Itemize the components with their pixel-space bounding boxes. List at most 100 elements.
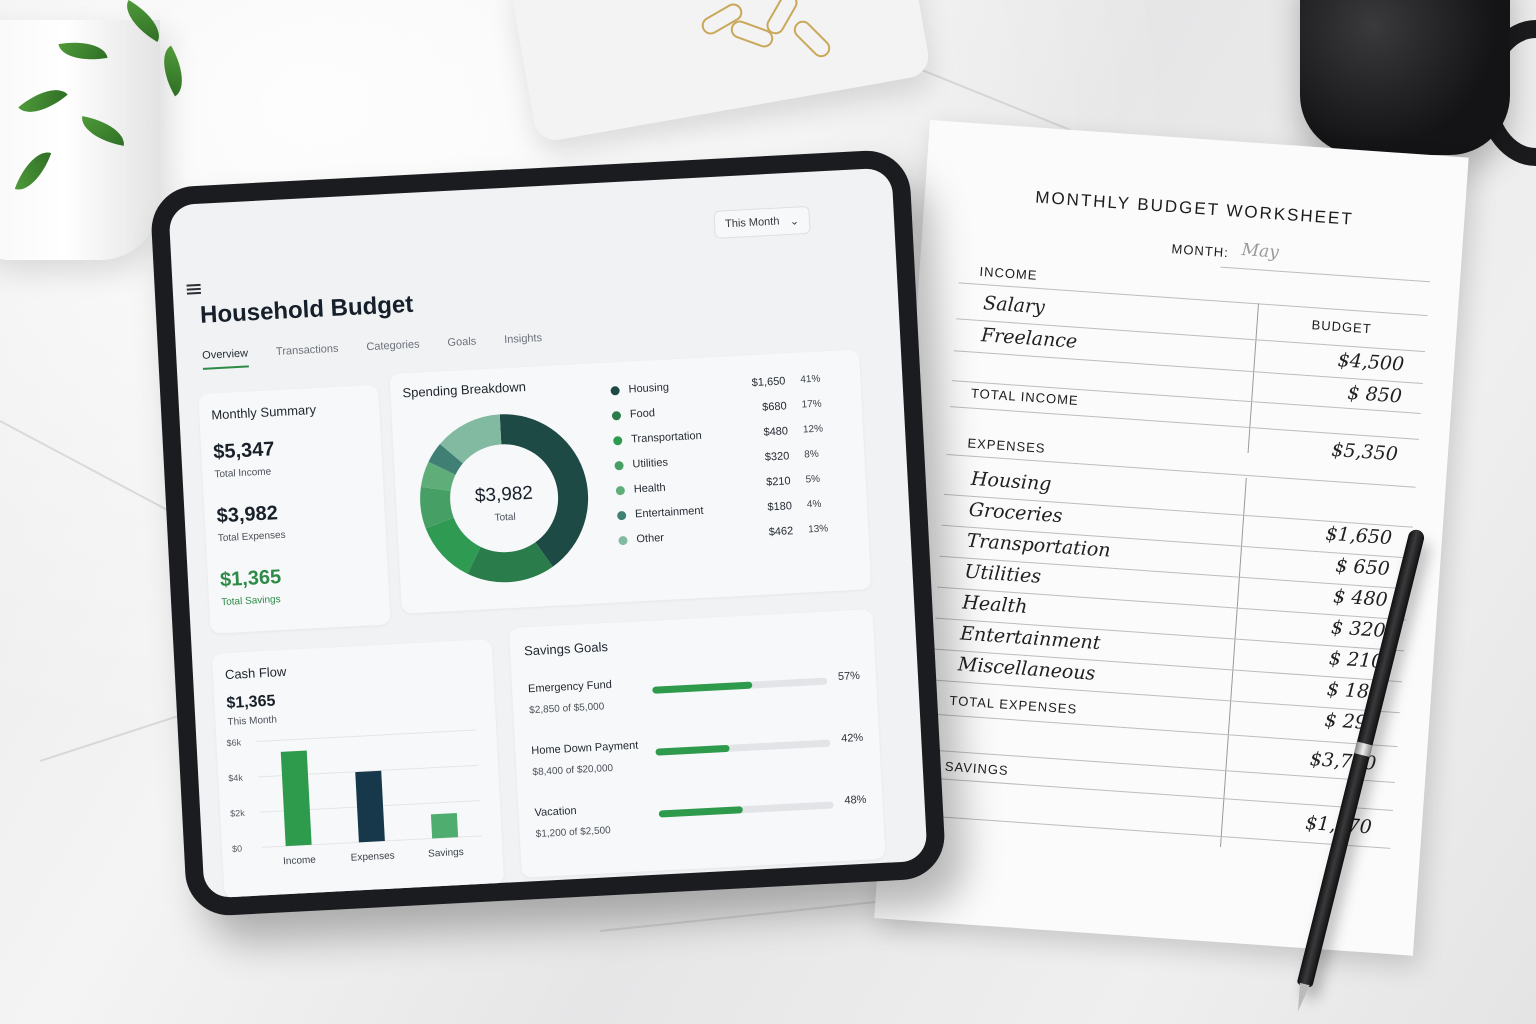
- goal-progress-fill: [658, 806, 743, 818]
- legend-item: Health: [615, 481, 666, 497]
- total-savings-value: $1,365: [219, 566, 282, 592]
- category-percent: 5%: [805, 473, 821, 486]
- legend-label: Transportation: [630, 429, 702, 446]
- cash-flow-card: Cash Flow $1,365 This Month $6k $4k $2k $0 I…: [211, 639, 505, 899]
- income-item: Freelance: [980, 324, 1078, 353]
- tab-goals[interactable]: Goals: [447, 336, 477, 357]
- spending-breakdown-card: Spending Breakdown $3,982 Total Housing $…: [389, 349, 872, 614]
- category-amount: $210: [765, 475, 791, 489]
- y-tick-label: $4k: [228, 773, 244, 784]
- x-tick-label: Income: [283, 855, 317, 868]
- legend-item: Utilities: [614, 457, 668, 472]
- card-title: Cash Flow: [224, 663, 287, 683]
- legend-dot: [614, 460, 624, 470]
- legend-label: Entertainment: [634, 504, 704, 521]
- goal-detail: $2,850 of $5,000: [528, 701, 605, 717]
- goal-detail: $1,200 of $2,500: [535, 825, 612, 841]
- bar-income: [280, 750, 312, 847]
- category-percent: 41%: [800, 373, 821, 386]
- card-title: Monthly Summary: [210, 401, 317, 423]
- legend-item: Transportation: [613, 430, 702, 447]
- cash-flow-caption: This Month: [227, 714, 278, 729]
- monthly-summary-card: Monthly Summary $5,347 Total Income $3,9…: [198, 384, 391, 634]
- tab-transactions[interactable]: Transactions: [276, 343, 340, 366]
- legend-dot: [611, 410, 622, 420]
- tablet: Household Budget This Month ⌄ Overview T…: [149, 148, 947, 918]
- category-amount: $480: [763, 425, 789, 439]
- goal-percent: 57%: [837, 669, 861, 684]
- total-income-value: $5,347: [212, 438, 275, 464]
- category-amount: $1,650: [751, 375, 786, 390]
- legend-item: Other: [618, 532, 664, 546]
- income-amount: $ 850: [1346, 381, 1403, 408]
- month-label: MONTH:: [1171, 241, 1230, 261]
- goal-progress-fill: [652, 681, 753, 694]
- tab-overview[interactable]: Overview: [201, 347, 249, 370]
- goal-name: Home Down Payment: [531, 739, 639, 758]
- pen-ring: [1354, 741, 1373, 758]
- category-percent: 4%: [806, 498, 822, 511]
- pen-tip: [1293, 982, 1310, 1013]
- goal-progress-track: [655, 739, 831, 756]
- goal-percent: 42%: [840, 731, 864, 745]
- total-expenses-label: Total Expenses: [217, 529, 286, 545]
- x-tick-label: Savings: [428, 847, 464, 860]
- category-percent: 13%: [807, 523, 829, 536]
- x-tick-label: Expenses: [351, 850, 395, 863]
- total-income-label: Total Income: [214, 466, 272, 481]
- category-percent: 17%: [801, 398, 822, 411]
- cash-flow-value: $1,365: [226, 692, 276, 713]
- goal-name: Emergency Fund: [527, 678, 613, 696]
- donut-center-value: $3,982: [474, 483, 533, 507]
- column-divider: [1247, 303, 1260, 454]
- total-expenses-label: TOTAL EXPENSES: [949, 692, 1078, 717]
- worksheet-title: MONTHLY BUDGET WORKSHEET: [1034, 187, 1355, 229]
- expenses-heading: EXPENSES: [967, 435, 1046, 456]
- worksheet-line: [950, 406, 1419, 440]
- legend-item: Food: [611, 407, 656, 421]
- legend-dot: [610, 385, 620, 396]
- legend-label: Other: [636, 531, 665, 546]
- legend-label: Housing: [628, 381, 670, 396]
- category-amount: $462: [768, 525, 794, 539]
- legend-label: Food: [629, 407, 656, 421]
- category-amount: $680: [761, 400, 788, 414]
- legend-dot: [615, 485, 626, 495]
- legend-label: Health: [633, 481, 666, 496]
- page-title: Household Budget: [199, 290, 414, 329]
- coffee-mug: [1300, 0, 1510, 155]
- hamburger-menu-icon[interactable]: [186, 283, 202, 295]
- expense-item: Health: [961, 591, 1029, 618]
- income-item: Salary: [982, 292, 1046, 319]
- tablet-screen: Household Budget This Month ⌄ Overview T…: [168, 167, 928, 899]
- tab-bar: Overview Transactions Categories Goals I…: [201, 332, 543, 370]
- savings-label: SAVINGS: [944, 758, 1010, 779]
- column-divider: [1219, 477, 1247, 848]
- total-income-value: $5,350: [1330, 438, 1399, 466]
- tab-categories[interactable]: Categories: [366, 338, 420, 361]
- tab-insights[interactable]: Insights: [504, 332, 543, 354]
- worksheet-line: [924, 777, 1393, 811]
- y-tick-label: $6k: [226, 737, 242, 748]
- total-expenses-value: $3,982: [216, 502, 279, 528]
- goal-detail: $8,400 of $20,000: [532, 762, 614, 779]
- goal-percent: 48%: [844, 793, 867, 807]
- donut-center-label: Total: [494, 512, 516, 524]
- savings-goals-card: Savings Goals Emergency Fund $2,850 of $5…: [508, 609, 886, 878]
- category-percent: 12%: [802, 423, 824, 436]
- budget-worksheet: MONTHLY BUDGET WORKSHEET MONTH: May INCO…: [874, 120, 1469, 956]
- legend-item: Entertainment: [616, 504, 704, 522]
- legend-dot: [618, 535, 628, 545]
- y-tick-label: $0: [232, 843, 243, 854]
- period-select-value: This Month: [724, 215, 780, 231]
- expense-item: Housing: [970, 467, 1053, 496]
- total-savings-label: Total Savings: [220, 594, 281, 609]
- legend-dot: [613, 435, 623, 445]
- bar-savings: [430, 813, 459, 839]
- period-select[interactable]: This Month ⌄: [713, 205, 811, 239]
- goal-progress-fill: [655, 744, 730, 756]
- budget-heading: BUDGET: [1311, 317, 1373, 337]
- month-value: May: [1240, 240, 1280, 263]
- expense-item: Utilities: [963, 560, 1042, 588]
- category-percent: 8%: [803, 448, 819, 461]
